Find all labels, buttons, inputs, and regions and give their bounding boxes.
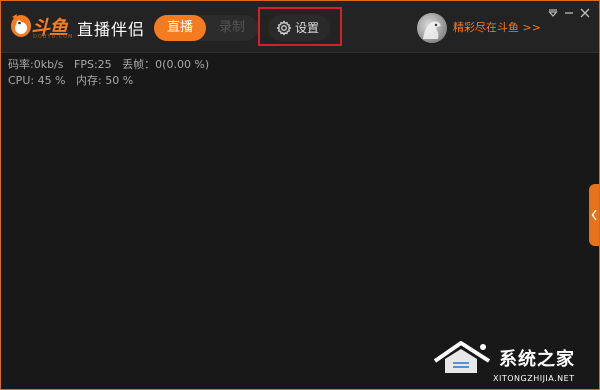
fps-stat: FPS:25 [74, 58, 112, 71]
stats-row-network: 码率:0kb/s FPS:25 丢帧：0(0.00 %) [8, 57, 216, 73]
stream-stats: 码率:0kb/s FPS:25 丢帧：0(0.00 %) CPU: 45 % 内… [8, 57, 216, 89]
bitrate-stat: 码率:0kb/s [8, 58, 64, 71]
app-title: 直播伴侣 [77, 20, 146, 39]
live-mode-button[interactable]: 直播 [154, 15, 206, 41]
side-panel-toggle[interactable] [589, 184, 599, 246]
record-mode-button[interactable]: 录制 [206, 15, 258, 41]
dropped-frames-stat: 丢帧：0(0.00 %) [122, 58, 210, 71]
watermark-text: 系统之家 [499, 349, 575, 370]
close-icon[interactable] [577, 5, 593, 21]
minimize-icon[interactable] [561, 5, 577, 21]
gear-icon [276, 20, 292, 36]
chevron-left-icon [591, 209, 597, 221]
douyu-logo: 斗鱼 DOUYU.COM [9, 11, 73, 41]
promo-link[interactable]: 精彩尽在斗鱼 >> [453, 19, 541, 35]
mode-toggle: 直播 录制 [154, 15, 258, 41]
cpu-stat: CPU: 45 % [8, 74, 66, 87]
dropdown-icon[interactable] [545, 5, 561, 21]
settings-label: 设置 [295, 21, 320, 35]
settings-button[interactable]: 设置 [268, 15, 330, 41]
window-controls [545, 5, 593, 21]
watermark-url: XITONGZHIJIA.NET [493, 374, 575, 383]
watermark: 系统之家 XITONGZHIJIA.NET [431, 337, 599, 389]
title-bar[interactable]: 斗鱼 DOUYU.COM 直播伴侣 直播 录制 设置 精彩尽在斗鱼 >> [1, 1, 599, 53]
memory-stat: 内存: 50 % [76, 74, 134, 87]
app-window: 斗鱼 DOUYU.COM 直播伴侣 直播 录制 设置 精彩尽在斗鱼 >> 码率:… [0, 0, 600, 390]
logo-subtext: DOUYU.COM [33, 34, 74, 40]
house-logo-icon [433, 341, 491, 373]
stats-row-system: CPU: 45 % 内存: 50 % [8, 73, 216, 89]
avatar[interactable] [417, 13, 447, 43]
